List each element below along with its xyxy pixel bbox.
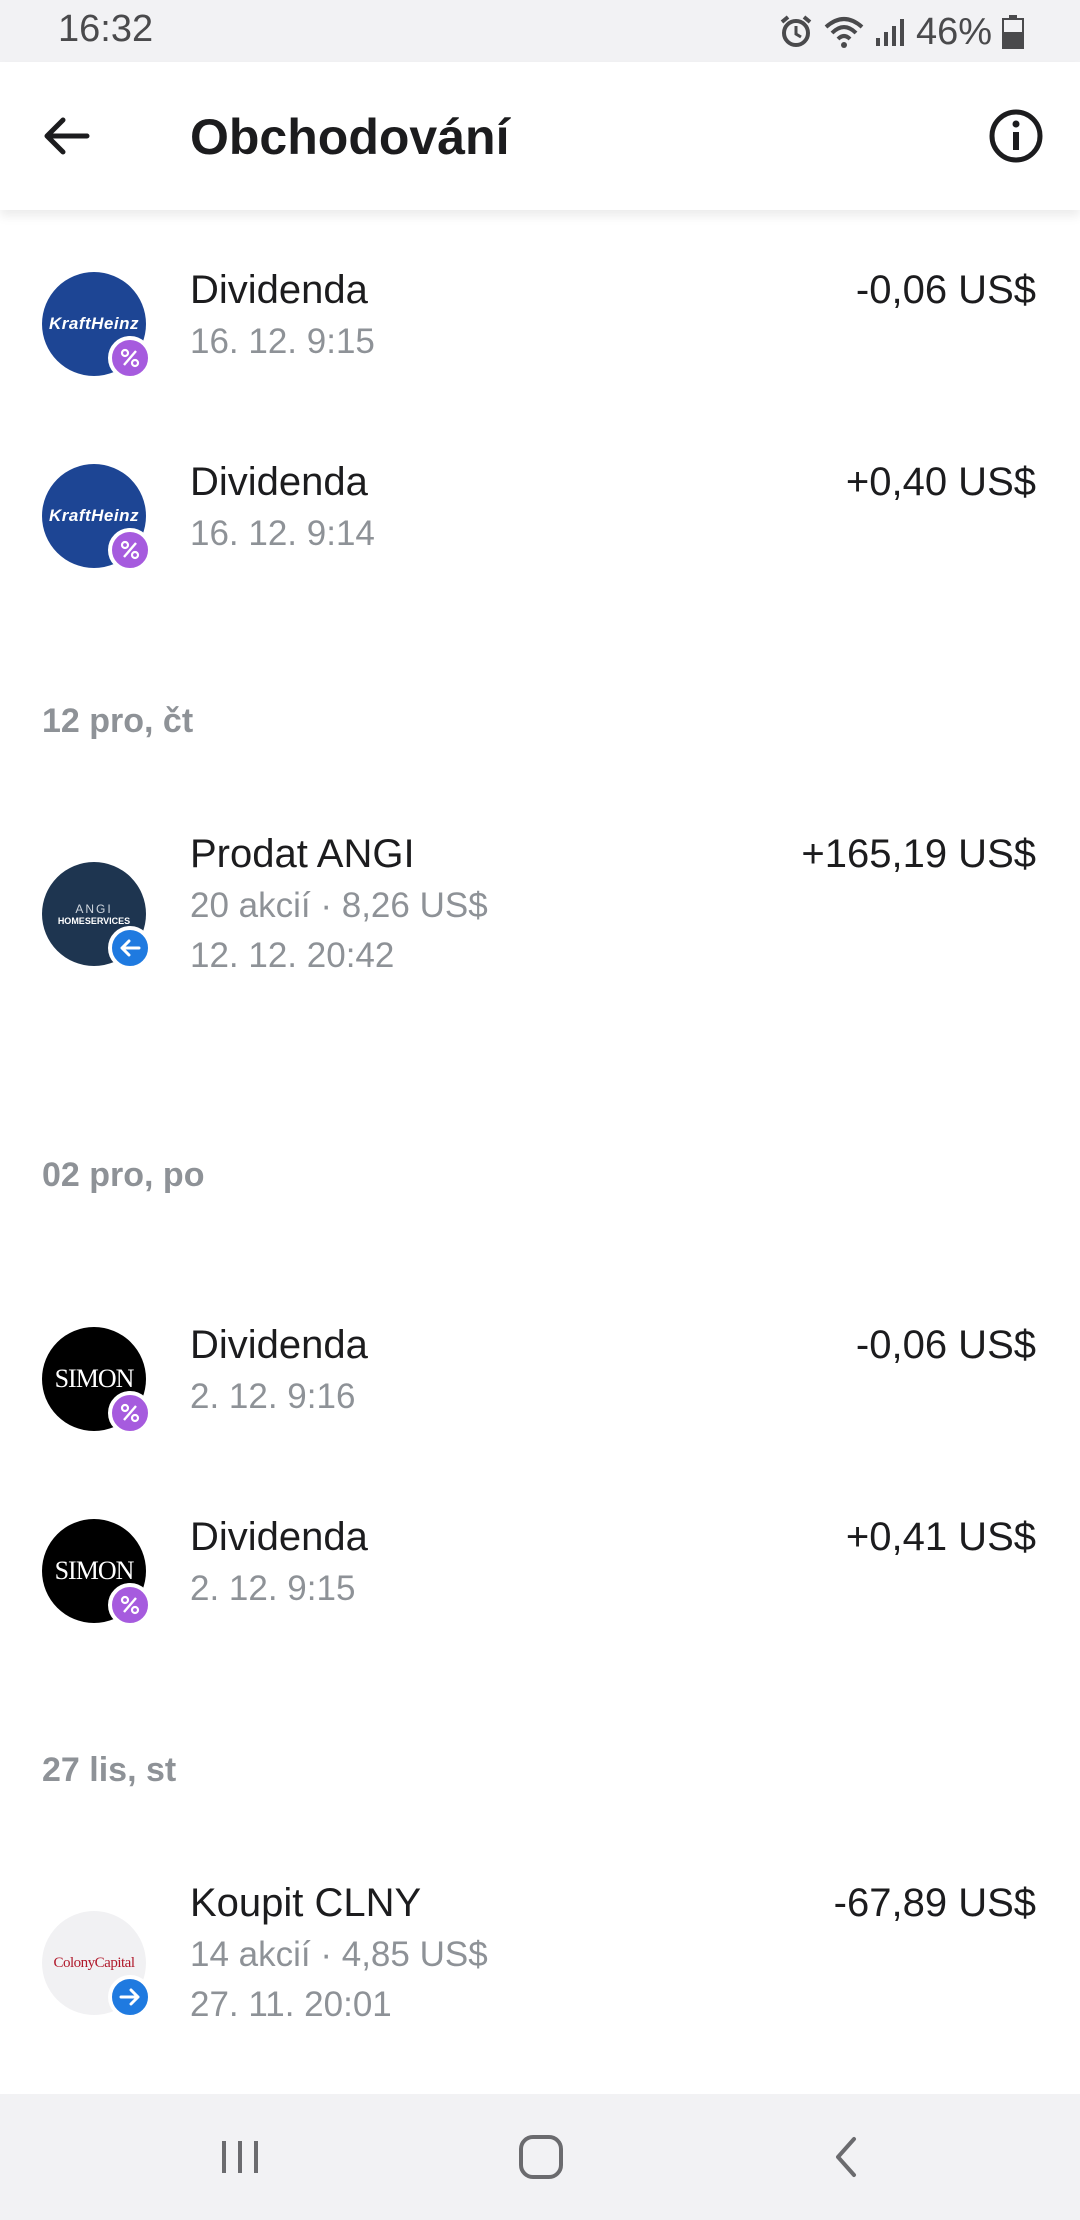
list-item[interactable]: ColonyCapital Koupit CLNY 14 akcií · 4,8… [0,1881,1080,2091]
list-item[interactable]: ANGI HOMESERVICES Prodat ANGI 20 akcií ·… [0,832,1080,1042]
transaction-date: 16. 12. 9:15 [190,322,375,361]
list-item[interactable]: SIMON Dividenda 2. 12. 9:16 -0,06 US$ [0,1323,1080,1467]
wifi-icon [824,15,864,49]
status-time: 16:32 [58,8,154,50]
status-bar: 16:32 46% [0,0,1080,62]
transaction-date: 2. 12. 9:16 [190,1377,356,1416]
company-logo: SIMON [42,1327,152,1435]
system-nav-bar [0,2094,1080,2220]
transaction-detail: 20 akcií · 8,26 US$ [190,886,488,925]
transaction-date: 27. 11. 20:01 [190,1985,392,2024]
transaction-amount: +0,41 US$ [845,1515,1036,1559]
home-icon[interactable] [511,2127,571,2187]
info-icon[interactable] [986,106,1046,166]
transaction-label: Dividenda [190,460,368,504]
status-icons: 46% [778,10,1024,54]
transaction-amount: -67,89 US$ [833,1881,1036,1925]
arrow-right-icon [108,1975,152,2019]
company-logo: ColonyCapital [42,1911,152,2019]
company-logo: KraftHeinz [42,464,152,572]
back-icon[interactable] [816,2127,876,2187]
list-item[interactable]: SIMON Dividenda 2. 12. 9:15 +0,41 US$ [0,1515,1080,1659]
transaction-label: Dividenda [190,1323,368,1367]
percent-icon [108,528,152,572]
company-logo: KraftHeinz [42,272,152,380]
percent-icon [108,1583,152,1627]
page-title: Obchodování [190,109,510,165]
transaction-label: Prodat ANGI [190,832,415,876]
percent-icon [108,336,152,380]
battery-percent: 46% [915,10,992,53]
battery-icon [1002,15,1024,49]
transaction-label: Koupit CLNY [190,1881,422,1925]
arrow-left-icon [108,926,152,970]
transaction-amount: -0,06 US$ [855,268,1036,312]
recents-icon[interactable] [210,2127,270,2187]
transaction-amount: +0,40 US$ [845,460,1036,504]
app-bar: Obchodování [0,62,1080,210]
transaction-amount: +165,19 US$ [801,832,1036,876]
list-item[interactable]: KraftHeinz Dividenda 16. 12. 9:15 -0,06 … [0,268,1080,412]
transaction-date: 2. 12. 9:15 [190,1569,356,1608]
section-header: 27 lis, st [42,1751,177,1789]
transaction-label: Dividenda [190,268,368,312]
transaction-label: Dividenda [190,1515,368,1559]
transaction-amount: -0,06 US$ [855,1323,1036,1367]
percent-icon [108,1391,152,1435]
signal-icon [874,16,906,48]
transaction-date: 12. 12. 20:42 [190,936,395,975]
back-arrow-icon[interactable] [36,106,96,166]
list-item[interactable]: KraftHeinz Dividenda 16. 12. 9:14 +0,40 … [0,460,1080,604]
transaction-detail: 14 akcií · 4,85 US$ [190,1935,488,1974]
transaction-date: 16. 12. 9:14 [190,514,375,553]
transaction-list: KraftHeinz Dividenda 16. 12. 9:15 -0,06 … [0,210,1080,2094]
alarm-icon [778,14,814,50]
company-logo: SIMON [42,1519,152,1627]
company-logo: ANGI HOMESERVICES [42,862,152,970]
section-header: 12 pro, čt [42,702,194,740]
section-header: 02 pro, po [42,1156,205,1194]
